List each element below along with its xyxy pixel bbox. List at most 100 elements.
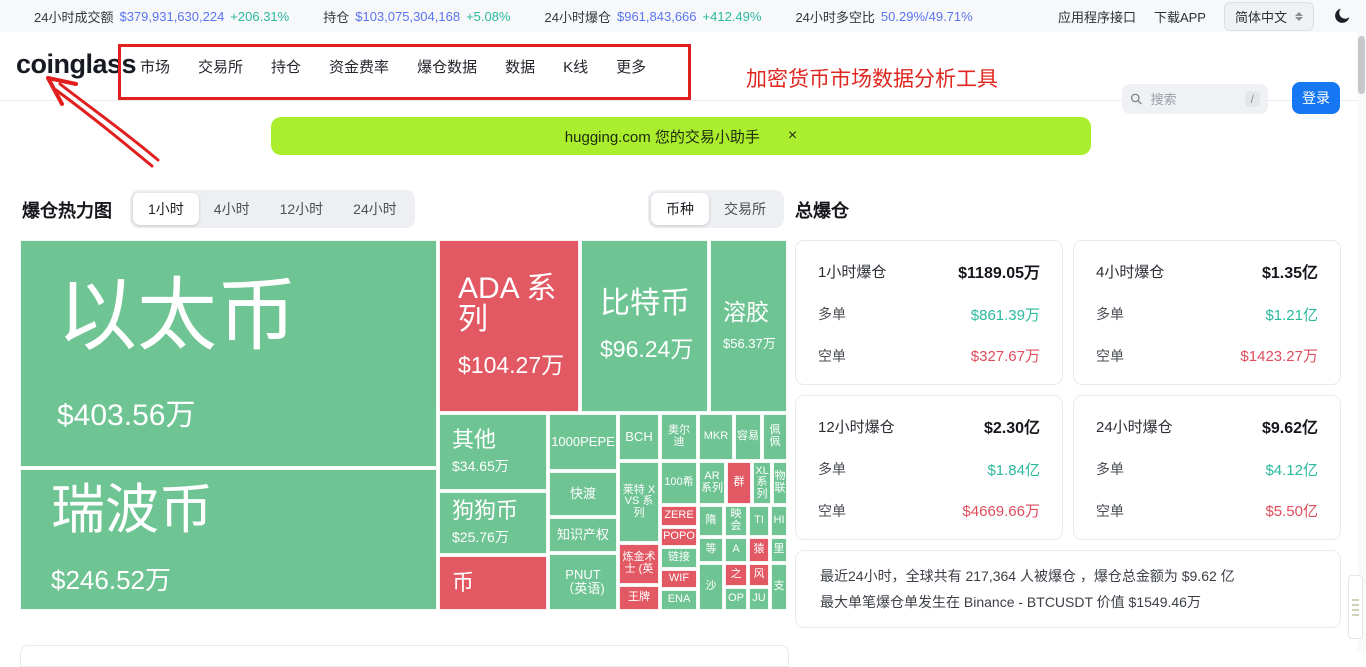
promo-banner-text: hugging.com 您的交易小助手 — [564, 128, 760, 146]
login-button[interactable]: 登录 — [1292, 82, 1340, 114]
treemap-cell[interactable]: 溶胶 $56.37万 — [710, 240, 787, 412]
coinglass-logo[interactable]: coinglass — [16, 49, 137, 80]
stat-open-interest: 持仓 $103,075,304,168 +5.08% — [323, 7, 510, 26]
nav-item-exchanges[interactable]: 交易所 — [198, 56, 243, 77]
search-input[interactable] — [1148, 90, 1239, 108]
treemap-cell[interactable]: BCH — [619, 414, 659, 460]
treemap-cell[interactable]: 比特币 $96.24万 — [581, 240, 708, 412]
long-label: 多单 — [1096, 461, 1124, 477]
nav-item-market[interactable]: 市场 — [140, 56, 170, 77]
treemap-cell-label: 风 — [753, 568, 765, 581]
treemap-cell[interactable]: 容易 — [735, 414, 761, 460]
treemap-cell[interactable]: 以太币 $403.56万 — [20, 240, 437, 467]
scrollbar-thumb[interactable] — [1358, 36, 1365, 94]
card-total: $1.35亿 — [1261, 265, 1318, 282]
treemap-cell[interactable]: 群 — [727, 462, 751, 504]
feedback-side-tab[interactable] — [1348, 575, 1363, 639]
treemap-cell[interactable]: 炼金术士 (英 — [619, 544, 659, 584]
treemap-cell[interactable]: TI — [749, 506, 769, 536]
nav-item-more[interactable]: 更多 — [616, 56, 646, 77]
treemap-cell-label: 溶胶 — [723, 299, 769, 326]
treemap-cell[interactable]: 链接 — [661, 548, 697, 568]
treemap-cell-label: POPO — [663, 530, 695, 543]
api-link[interactable]: 应用程序接口 — [1058, 7, 1136, 26]
treemap-cell[interactable]: 奥尔迪 — [661, 414, 697, 460]
language-selector[interactable]: 简体中文 — [1223, 1, 1314, 31]
promo-banner[interactable]: hugging.com 您的交易小助手 × — [271, 117, 1091, 155]
nav-item-data[interactable]: 数据 — [505, 56, 535, 77]
treemap-cell[interactable]: 佩佩 — [763, 414, 787, 460]
treemap-cell[interactable]: ZERE — [661, 506, 697, 526]
short-value: $4669.66万 — [962, 503, 1040, 520]
treemap-cell[interactable]: 隋 — [699, 506, 723, 536]
treemap-cell[interactable]: 币 — [439, 556, 547, 610]
treemap-cell[interactable]: 风 — [749, 564, 769, 586]
treemap-cell[interactable]: JU — [749, 588, 769, 610]
treemap-cell[interactable]: 映会 — [725, 506, 747, 536]
treemap-cell[interactable]: 支 — [771, 564, 787, 610]
treemap-cell-label: TI — [754, 514, 764, 527]
treemap-cell[interactable]: XL 系列 — [753, 462, 771, 504]
treemap-cell[interactable]: 1000PEPE — [549, 414, 617, 470]
treemap-cell[interactable]: 王牌 — [619, 586, 659, 610]
treemap-cell[interactable]: ADA 系列 $104.27万 — [439, 240, 579, 412]
treemap-cell[interactable]: POPO — [661, 528, 697, 546]
nav-item-kline[interactable]: K线 — [563, 56, 588, 77]
nav-item-liquidation-data[interactable]: 爆仓数据 — [417, 56, 477, 77]
treemap-cell-label: 狗狗币 — [452, 497, 519, 523]
stat-change: +412.49% — [702, 8, 762, 24]
treemap-cell[interactable]: ENA — [661, 590, 697, 610]
treemap-cell[interactable]: 猿 — [749, 538, 769, 562]
treemap-cell[interactable]: 莱特 XVS 系列 — [619, 462, 659, 542]
treemap-cell[interactable]: 知识产权 — [549, 518, 617, 552]
treemap-cell[interactable]: 沙 — [699, 564, 723, 610]
treemap-cell[interactable]: 之 — [725, 564, 747, 586]
treemap-cell[interactable]: OP — [725, 588, 747, 610]
stat-label: 持仓 — [323, 9, 350, 25]
stat-value: $379,931,630,224 — [119, 8, 225, 24]
dark-mode-toggle[interactable] — [1332, 6, 1352, 26]
treemap-cell[interactable]: 狗狗币 $25.76万 — [439, 492, 547, 554]
treemap-cell-label: MKR — [703, 430, 729, 443]
treemap-cell[interactable]: 等 — [699, 538, 723, 562]
treemap-cell-value: $56.37万 — [723, 335, 776, 351]
treemap-cell-label: HI — [773, 514, 785, 527]
treemap-cell[interactable]: AR 系列 — [699, 462, 725, 504]
treemap-cell[interactable]: 瑞波币 $246.52万 — [20, 469, 437, 610]
download-app-link[interactable]: 下载APP — [1154, 7, 1206, 26]
short-value: $5.50亿 — [1265, 503, 1318, 520]
treemap-cell[interactable]: HI — [771, 506, 787, 536]
treemap-cell[interactable]: A — [725, 538, 747, 562]
market-stats: 24小时成交额 $379,931,630,224 +206.31% 持仓 $10… — [0, 7, 973, 26]
treemap-cell[interactable]: 快渡 — [549, 472, 617, 516]
tab-coin[interactable]: 币种 — [651, 193, 709, 225]
treemap-cell-value: $246.52万 — [51, 565, 171, 596]
stat-label: 24小时成交额 — [34, 9, 114, 25]
treemap-cell[interactable]: 物联 — [773, 462, 787, 504]
scrollbar-track[interactable] — [1357, 32, 1366, 653]
nav-item-funding-rate[interactable]: 资金费率 — [329, 56, 389, 77]
tab-4h[interactable]: 4小时 — [199, 193, 265, 225]
tab-12h[interactable]: 12小时 — [265, 193, 339, 225]
treemap-cell-label: 其他 — [452, 426, 497, 452]
treemap-cell-label: 支 — [773, 580, 785, 593]
treemap-cell[interactable]: 里 — [771, 538, 787, 562]
treemap-cell-label: 之 — [730, 568, 742, 581]
treemap-cell-label: BCH — [625, 429, 653, 445]
treemap-cell[interactable]: WIF — [661, 570, 697, 588]
treemap-cell[interactable]: 100希 — [661, 462, 697, 504]
tab-1h[interactable]: 1小时 — [133, 193, 199, 225]
nav-item-open-interest[interactable]: 持仓 — [271, 56, 301, 77]
tab-24h[interactable]: 24小时 — [338, 193, 412, 225]
close-icon[interactable]: × — [788, 128, 797, 144]
tab-exchange[interactable]: 交易所 — [709, 193, 781, 225]
treemap-cell-label: 沙 — [705, 580, 717, 593]
treemap-cell-value: $25.76万 — [452, 529, 509, 546]
search-box[interactable]: / — [1122, 84, 1268, 114]
treemap-cell-label: 瑞波币 — [51, 479, 213, 540]
treemap-cell[interactable]: 其他 $34.65万 — [439, 414, 547, 490]
liquidation-summary: 最近24小时，全球共有 217,364 人被爆仓 ，爆仓总金额为 $9.62 亿… — [795, 550, 1341, 628]
long-label: 多单 — [818, 306, 846, 322]
treemap-cell[interactable]: MKR — [699, 414, 733, 460]
treemap-cell[interactable]: PNUT （英语) — [549, 554, 617, 610]
